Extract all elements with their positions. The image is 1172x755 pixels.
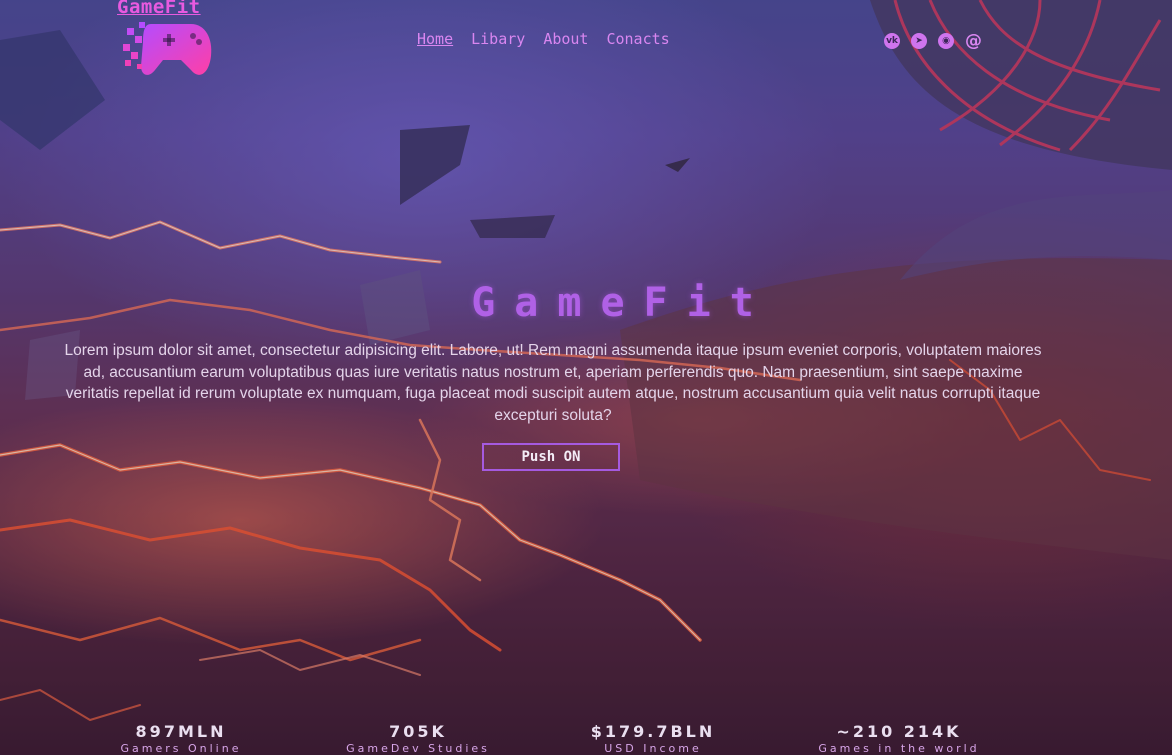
hero-title: GameFit — [471, 280, 773, 326]
stat-value: $179.7BLN — [590, 722, 716, 741]
nav-libary[interactable]: Libary — [471, 30, 525, 48]
gamepad-icon — [123, 22, 212, 75]
stat-label: USD Income — [604, 742, 702, 755]
stat-label: GameDev Studies — [346, 742, 490, 755]
vk-icon[interactable]: vk — [884, 33, 900, 49]
social-links: vk ➤ ◉ @ — [884, 31, 982, 51]
stat-value: ~210 214K — [836, 722, 962, 741]
nav-conacts[interactable]: Conacts — [606, 30, 669, 48]
push-on-button[interactable]: Push ON — [482, 443, 620, 471]
stat-label: Games in the world — [818, 742, 980, 755]
steam-icon[interactable]: ◉ — [938, 33, 954, 49]
stat-value: 897MLN — [135, 722, 227, 741]
stat-label: Gamers Online — [120, 742, 242, 755]
hero-description: Lorem ipsum dolor sit amet, consectetur … — [64, 342, 1042, 424]
brand-logo[interactable]: GameFit — [117, 0, 227, 91]
brand-name[interactable]: GameFit — [117, 0, 227, 18]
telegram-icon[interactable]: ➤ — [911, 33, 927, 49]
stat-usd-income: $179.7BLN USD Income — [533, 722, 773, 755]
stat-games-in-world: ~210 214K Games in the world — [779, 722, 1019, 755]
nav-about[interactable]: About — [543, 30, 588, 48]
main-nav: Home Libary About Conacts — [417, 30, 670, 48]
stat-value: 705K — [389, 722, 447, 741]
stat-gamedev-studies: 705K GameDev Studies — [298, 722, 538, 755]
email-icon[interactable]: @ — [965, 31, 982, 51]
stat-gamers-online: 897MLN Gamers Online — [61, 722, 301, 755]
nav-home[interactable]: Home — [417, 30, 453, 48]
